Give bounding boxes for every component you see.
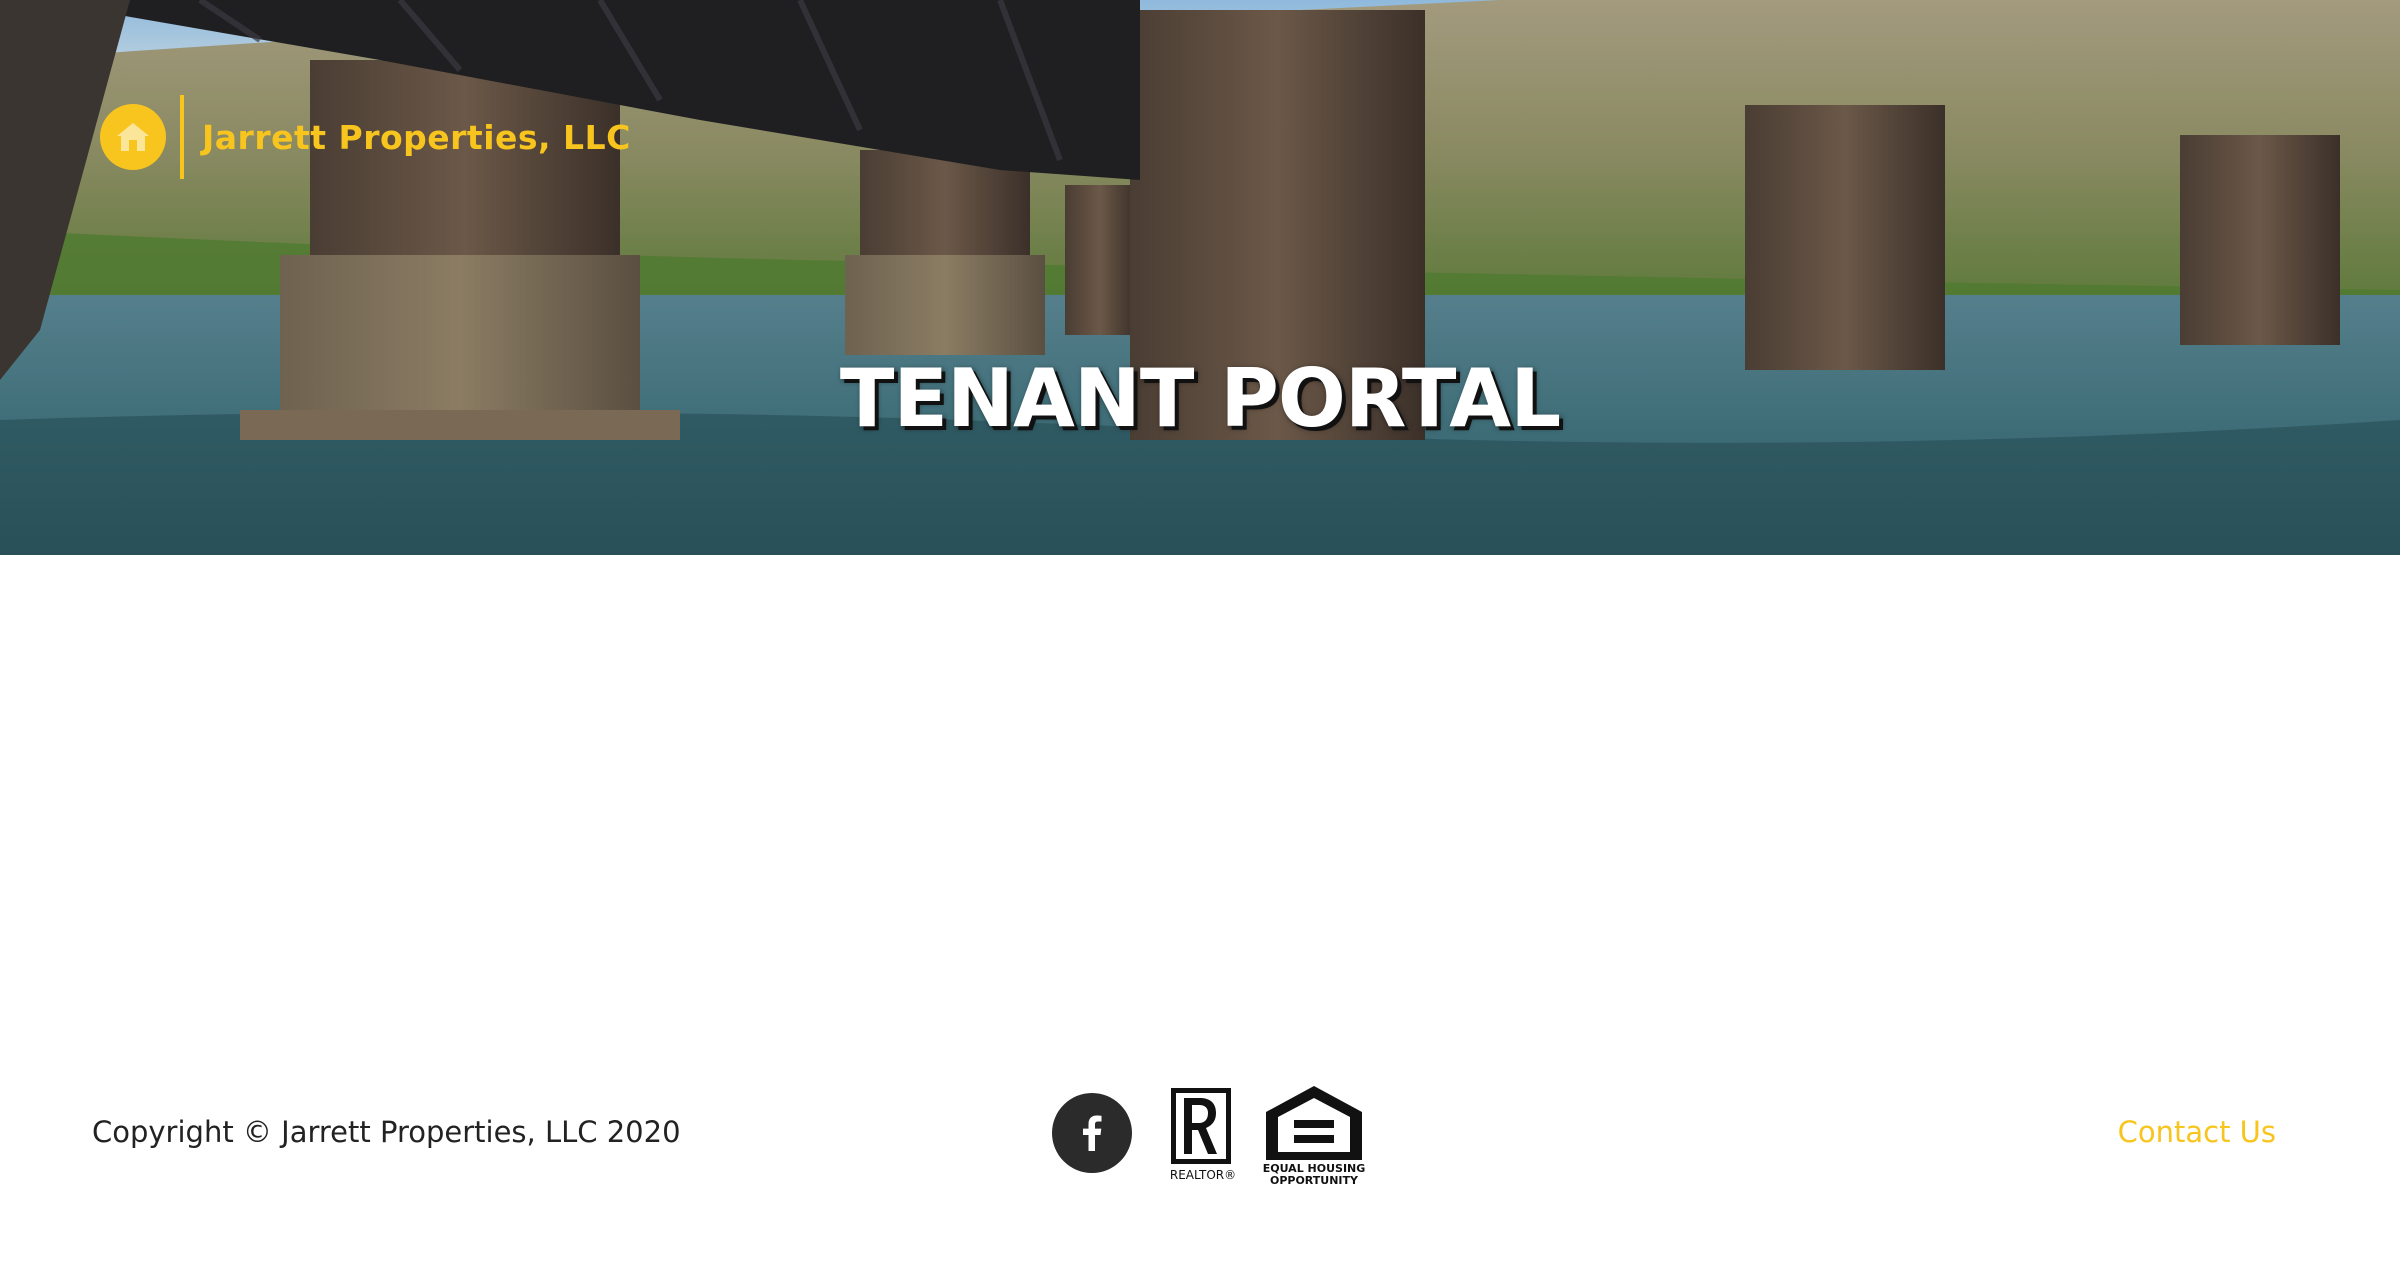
facebook-link-button[interactable] bbox=[1052, 1093, 1132, 1173]
contact-us-link[interactable]: Contact Us bbox=[2118, 1115, 2276, 1149]
svg-text:REALTOR®: REALTOR® bbox=[1170, 1168, 1236, 1182]
logo-divider bbox=[180, 95, 184, 179]
brand-name: Jarrett Properties, LLC bbox=[202, 117, 631, 157]
hero-background-image bbox=[0, 0, 2400, 555]
facebook-icon bbox=[1083, 1115, 1102, 1151]
brand-logo[interactable]: Jarrett Properties, LLC bbox=[100, 95, 631, 179]
realtor-logo: REALTOR® bbox=[1168, 1088, 1242, 1182]
footer: Copyright © Jarrett Properties, LLC 2020… bbox=[0, 1060, 2400, 1200]
hero-banner: Jarrett Properties, LLC TENANT PORTAL bbox=[0, 0, 2400, 555]
page-title: TENANT PORTAL bbox=[839, 352, 1561, 445]
equal-housing-logo: EQUAL HOUSING OPPORTUNITY bbox=[1262, 1082, 1366, 1187]
copyright-text: Copyright © Jarrett Properties, LLC 2020 bbox=[92, 1115, 681, 1149]
svg-text:OPPORTUNITY: OPPORTUNITY bbox=[1270, 1174, 1359, 1186]
house-icon bbox=[100, 104, 166, 170]
